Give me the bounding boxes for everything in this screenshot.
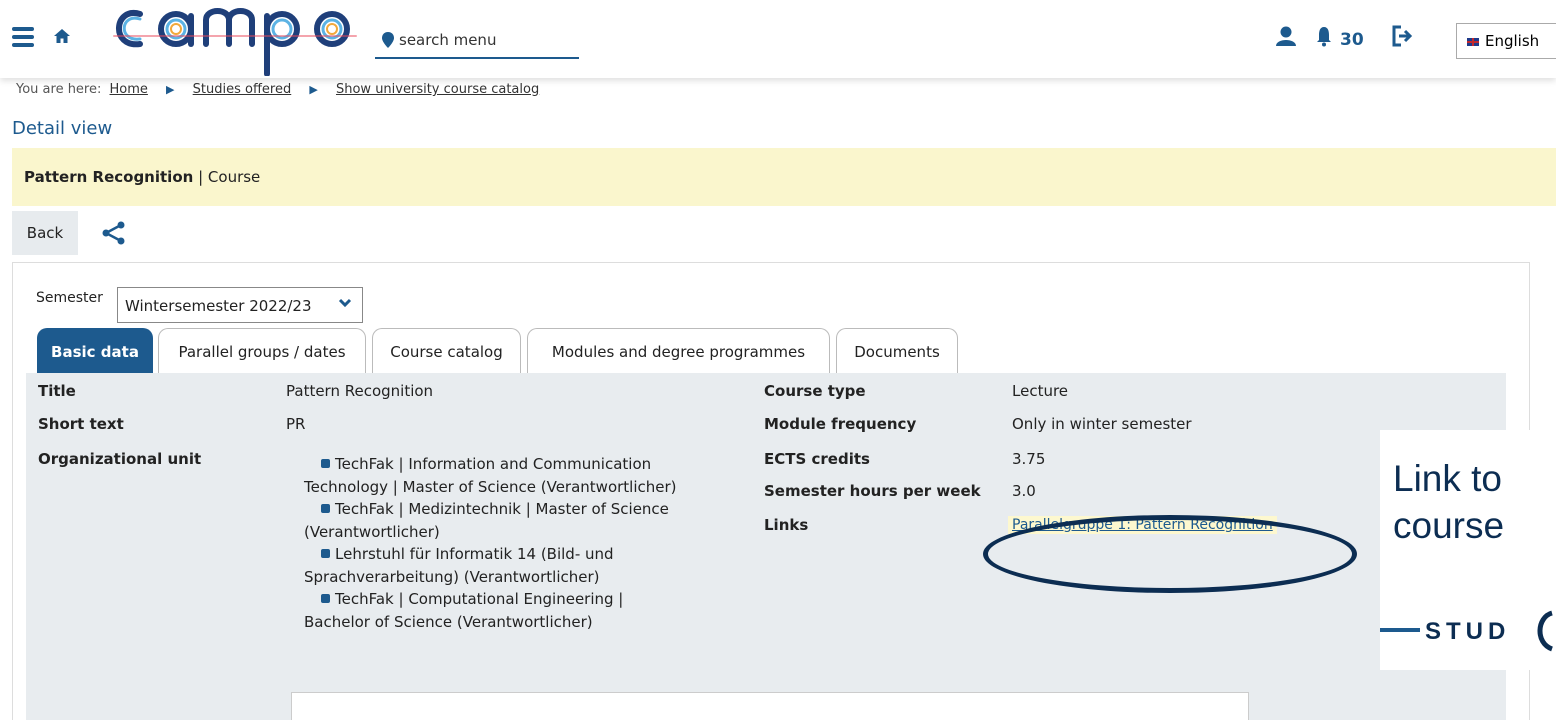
tab-basic-data[interactable]: Basic data — [37, 328, 153, 373]
list-item: Lehrstuhl für Informatik 14 (Bild- und S… — [304, 545, 614, 586]
list-item: TechFak | Information and Communication … — [304, 455, 677, 496]
annotation-text: Link to course — [1393, 455, 1504, 549]
stud-logo: STUD — [1380, 610, 1554, 652]
breadcrumb-prefix: You are here: — [16, 82, 102, 97]
breadcrumb-studies-offered[interactable]: Studies offered — [193, 82, 292, 97]
bullet-icon — [321, 459, 330, 468]
menu-icon[interactable] — [12, 27, 34, 47]
list-item: TechFak | Computational Engineering | Ba… — [304, 590, 624, 631]
course-title: Pattern Recognition — [24, 168, 194, 186]
short-text-label: Short text — [38, 415, 124, 433]
semester-hours-value: 3.0 — [1012, 482, 1036, 500]
chevron-right-icon: ▶ — [309, 83, 318, 96]
search-box[interactable] — [375, 23, 579, 59]
chevron-down-icon — [338, 298, 352, 308]
organizational-unit-list: TechFak | Information and Communication … — [304, 453, 694, 633]
course-type-value: Lecture — [1012, 382, 1069, 400]
search-input[interactable] — [399, 27, 575, 53]
top-header: campo 30 English — [0, 0, 1556, 78]
breadcrumb-course-catalog[interactable]: Show university course catalog — [336, 82, 539, 97]
parallel-group-link-text[interactable]: Parallelgruppe 1: Pattern Recognition — [1012, 517, 1273, 533]
description-box — [291, 692, 1249, 720]
semester-select[interactable]: Wintersemester 2022/23 — [117, 287, 363, 323]
tab-documents[interactable]: Documents — [836, 328, 958, 373]
list-item: TechFak | Medizintechnik | Master of Sci… — [304, 500, 669, 541]
search-icon — [382, 32, 394, 48]
back-button[interactable]: Back — [12, 211, 78, 255]
bullet-icon — [321, 594, 330, 603]
logout-icon[interactable] — [1392, 25, 1414, 47]
language-selector[interactable]: English — [1456, 23, 1556, 59]
annotation-line-1: Link to — [1393, 458, 1503, 499]
home-icon[interactable] — [52, 26, 72, 46]
bullet-icon — [321, 504, 330, 513]
course-type-label: Course type — [764, 382, 866, 400]
tab-parallel-groups[interactable]: Parallel groups / dates — [158, 328, 366, 373]
page-heading: Detail view — [12, 118, 113, 139]
course-title-bar: Pattern Recognition | Course — [12, 148, 1556, 206]
uk-flag-icon — [1467, 37, 1479, 46]
breadcrumb: You are here: Home ▶ Studies offered ▶ S… — [16, 82, 543, 97]
language-label: English — [1485, 32, 1540, 50]
ects-credits-value: 3.75 — [1012, 450, 1046, 468]
user-icon[interactable] — [1275, 26, 1297, 46]
share-icon[interactable] — [101, 220, 127, 246]
stud-logo-text: STUD — [1425, 618, 1510, 645]
bell-icon[interactable] — [1315, 25, 1333, 47]
ects-credits-label: ECTS credits — [764, 450, 870, 468]
parallel-group-link[interactable]: Parallelgruppe 1: Pattern Recognition — [1008, 516, 1277, 534]
title-label: Title — [38, 382, 76, 400]
tab-course-catalog[interactable]: Course catalog — [372, 328, 521, 373]
notification-count[interactable]: 30 — [1340, 30, 1364, 50]
tab-modules-degree-programmes[interactable]: Modules and degree programmes — [527, 328, 830, 373]
course-kind: | Course — [198, 168, 261, 186]
links-label: Links — [764, 516, 809, 534]
module-frequency-value: Only in winter semester — [1012, 415, 1192, 433]
semester-value: Wintersemester 2022/23 — [125, 297, 312, 315]
campo-logo[interactable]: campo — [104, 0, 366, 76]
title-value: Pattern Recognition — [286, 382, 434, 400]
breadcrumb-home[interactable]: Home — [110, 82, 148, 97]
semester-hours-label: Semester hours per week — [764, 482, 981, 500]
bullet-icon — [321, 549, 330, 558]
semester-label: Semester — [36, 290, 103, 306]
chevron-right-icon: ▶ — [166, 83, 175, 96]
annotation-line-2: course — [1393, 505, 1505, 546]
organizational-unit-label: Organizational unit — [38, 450, 202, 468]
short-text-value: PR — [286, 415, 306, 433]
module-frequency-label: Module frequency — [764, 415, 917, 433]
